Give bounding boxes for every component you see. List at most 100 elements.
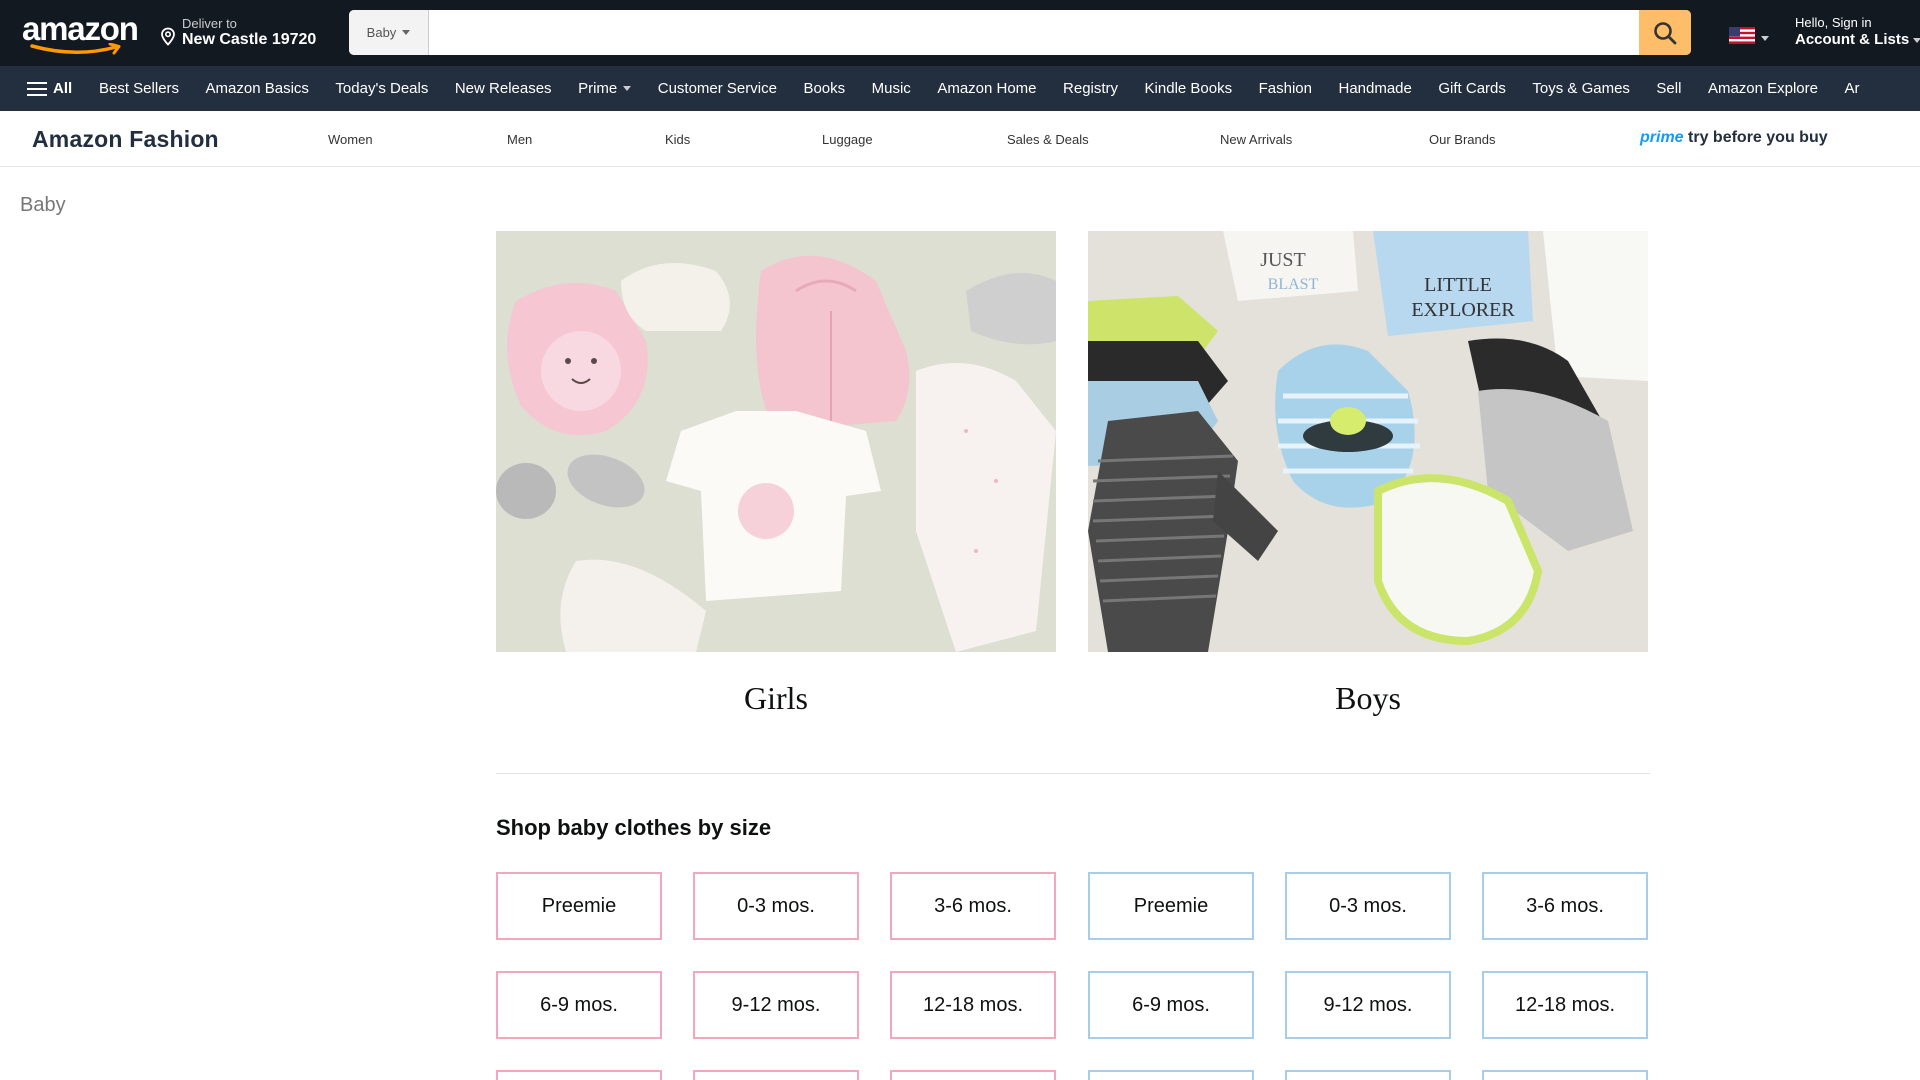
girls-size-0-3-button[interactable]: 0-3 mos.	[693, 872, 859, 940]
girls-size-6-9-button[interactable]: 6-9 mos.	[496, 971, 662, 1039]
boys-clothes-image: JUST BLAST LITTLE EXPLORER	[1088, 231, 1648, 652]
nav-item-label: Gift Cards	[1438, 80, 1506, 97]
chevron-down-icon	[402, 30, 411, 35]
nav-item-toys-games[interactable]: Toys & Games	[1532, 80, 1630, 97]
account-caret-icon[interactable]	[1913, 38, 1920, 43]
size-section-title: Shop baby clothes by size	[496, 815, 772, 840]
nav-all-label: All	[53, 80, 73, 97]
nav-item-registry[interactable]: Registry	[1063, 80, 1118, 97]
us-flag-icon[interactable]	[1729, 27, 1755, 44]
size-button-partial[interactable]	[496, 1070, 662, 1080]
nav-item-label: Kindle Books	[1144, 80, 1233, 97]
girls-clothes-image	[496, 231, 1056, 652]
search-department-label: Baby	[366, 25, 397, 40]
subnav-link-women[interactable]: Women	[328, 132, 373, 147]
boys-category-image[interactable]: JUST BLAST LITTLE EXPLORER	[1088, 231, 1648, 652]
boys-size-preemie-button[interactable]: Preemie	[1088, 872, 1254, 940]
size-button-partial[interactable]	[1285, 1070, 1451, 1080]
svg-text:LITTLE: LITTLE	[1424, 274, 1492, 296]
nav-item-overflow[interactable]: Ar	[1845, 80, 1860, 97]
hamburger-menu-icon	[27, 81, 47, 97]
boys-size-6-9-button[interactable]: 6-9 mos.	[1088, 971, 1254, 1039]
nav-item-label: Amazon Explore	[1707, 80, 1818, 97]
boys-size-0-3-button[interactable]: 0-3 mos.	[1285, 872, 1451, 940]
deliver-location: New Castle 19720	[182, 31, 317, 48]
main-nav: All Best Sellers Amazon Basics Today's D…	[0, 66, 1920, 111]
nav-item-customer-service[interactable]: Customer Service	[658, 80, 777, 97]
account-lists-label: Account & Lists	[1795, 31, 1910, 48]
search-department-select[interactable]: Baby	[349, 10, 429, 55]
nav-item-label: Music	[871, 80, 911, 97]
subnav-link-luggage[interactable]: Luggage	[822, 132, 873, 147]
girls-category-image[interactable]	[496, 231, 1056, 652]
account-menu[interactable]: Hello, Sign in Account & Lists	[1795, 15, 1909, 48]
language-caret-icon[interactable]	[1761, 36, 1769, 41]
search-icon	[1654, 21, 1677, 44]
nav-item-amazon-explore[interactable]: Amazon Explore	[1708, 80, 1818, 97]
nav-item-label: Toys & Games	[1532, 80, 1630, 97]
nav-item-label: Customer Service	[657, 80, 777, 97]
size-button-partial[interactable]	[1088, 1070, 1254, 1080]
nav-item-label: Prime	[578, 80, 618, 97]
nav-item-handmade[interactable]: Handmade	[1338, 80, 1411, 97]
nav-item-prime[interactable]: Prime	[578, 80, 632, 97]
nav-item-music[interactable]: Music	[872, 80, 911, 97]
svg-text:BLAST: BLAST	[1268, 276, 1319, 293]
nav-item-amazon-home[interactable]: Amazon Home	[937, 80, 1036, 97]
nav-item-fashion[interactable]: Fashion	[1259, 80, 1312, 97]
nav-item-sell[interactable]: Sell	[1656, 80, 1681, 97]
boys-size-3-6-button[interactable]: 3-6 mos.	[1482, 872, 1648, 940]
nav-item-label: Amazon Home	[937, 80, 1037, 97]
nav-item-gift-cards[interactable]: Gift Cards	[1438, 80, 1506, 97]
nav-items: Best Sellers Amazon Basics Today's Deals…	[99, 66, 1886, 111]
nav-item-label: Handmade	[1338, 80, 1412, 97]
try-before-text: try before you buy	[1688, 129, 1828, 146]
fashion-subnav: Amazon Fashion Women Men Kids Luggage Sa…	[0, 111, 1920, 167]
nav-item-todays-deals[interactable]: Today's Deals	[335, 80, 428, 97]
search-button[interactable]	[1639, 10, 1691, 55]
size-button-partial[interactable]	[693, 1070, 859, 1080]
nav-item-books[interactable]: Books	[803, 80, 845, 97]
boys-size-12-18-button[interactable]: 12-18 mos.	[1482, 971, 1648, 1039]
girls-size-preemie-button[interactable]: Preemie	[496, 872, 662, 940]
size-button-partial[interactable]	[890, 1070, 1056, 1080]
prime-try-before-you-buy[interactable]: prime try before you buy	[1640, 129, 1828, 147]
search-bar: Baby	[349, 10, 1691, 55]
nav-all-button[interactable]: All	[27, 66, 72, 111]
girls-size-9-12-button[interactable]: 9-12 mos.	[693, 971, 859, 1039]
size-button-partial[interactable]	[1482, 1070, 1648, 1080]
subnav-link-new-arrivals[interactable]: New Arrivals	[1220, 132, 1292, 147]
smile-arrow-icon	[30, 43, 121, 55]
section-divider	[496, 773, 1650, 774]
subnav-link-our-brands[interactable]: Our Brands	[1429, 132, 1495, 147]
nav-item-kindle-books[interactable]: Kindle Books	[1145, 80, 1233, 97]
nav-item-amazon-basics[interactable]: Amazon Basics	[206, 80, 309, 97]
nav-item-label: Fashion	[1258, 80, 1312, 97]
prime-logo-text: prime	[1640, 129, 1684, 146]
deliver-label: Deliver to	[182, 16, 237, 31]
subnav-link-men[interactable]: Men	[507, 132, 532, 147]
subnav-link-sales-deals[interactable]: Sales & Deals	[1007, 132, 1089, 147]
girls-size-3-6-button[interactable]: 3-6 mos.	[890, 872, 1056, 940]
amazon-fashion-brand[interactable]: Amazon Fashion	[32, 126, 219, 153]
account-greeting: Hello, Sign in	[1795, 15, 1872, 30]
top-header: amazon Deliver to New Castle 19720 Baby	[0, 0, 1920, 66]
nav-item-label: Today's Deals	[335, 80, 429, 97]
nav-item-label: Registry	[1063, 80, 1119, 97]
nav-item-label: Books	[803, 80, 846, 97]
nav-item-new-releases[interactable]: New Releases	[455, 80, 552, 97]
girls-size-12-18-button[interactable]: 12-18 mos.	[890, 971, 1056, 1039]
girls-category-label[interactable]: Girls	[496, 680, 1056, 717]
boys-category-label[interactable]: Boys	[1088, 680, 1648, 717]
subnav-link-kids[interactable]: Kids	[665, 132, 690, 147]
nav-item-label: Best Sellers	[99, 80, 180, 97]
nav-item-best-sellers[interactable]: Best Sellers	[99, 80, 179, 97]
nav-item-label: Amazon Basics	[205, 80, 309, 97]
search-input[interactable]	[429, 10, 1639, 55]
breadcrumb: Baby	[20, 194, 66, 216]
boys-size-9-12-button[interactable]: 9-12 mos.	[1285, 971, 1451, 1039]
nav-item-label: New Releases	[454, 80, 552, 97]
chevron-down-icon	[623, 86, 632, 91]
nav-item-label: Ar	[1844, 80, 1860, 97]
amazon-logo[interactable]: amazon	[22, 12, 139, 55]
